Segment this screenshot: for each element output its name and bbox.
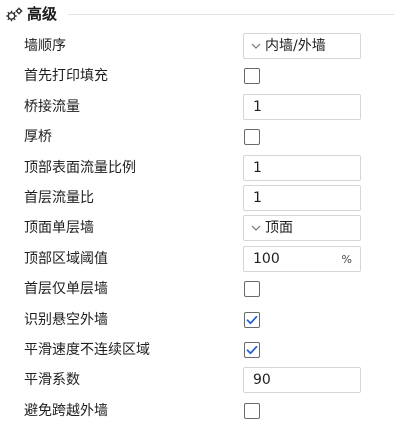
setting-row: 避免跨越外墙 — [0, 396, 400, 426]
setting-row: 厚桥 — [0, 122, 400, 152]
setting-label: 首先打印填充 — [24, 68, 108, 85]
checkmark-icon — [246, 345, 258, 355]
setting-row: 平滑系数 90 — [0, 365, 400, 395]
section-divider — [68, 14, 394, 15]
setting-label: 识别悬空外墙 — [24, 311, 108, 328]
checkmark-icon — [246, 315, 258, 324]
setting-input[interactable]: 100% — [243, 245, 361, 272]
setting-checkbox[interactable] — [244, 129, 260, 146]
section-title: 高级 — [27, 5, 58, 23]
setting-input-value: 1 — [253, 98, 262, 115]
setting-label: 首层流量比 — [24, 190, 94, 206]
setting-row: 墙顺序 内墙/外墙 — [0, 31, 400, 61]
setting-input[interactable]: 1 — [243, 154, 361, 181]
setting-checkbox[interactable] — [244, 342, 260, 358]
setting-unit: % — [341, 252, 352, 266]
setting-label: 桥接流量 — [24, 98, 80, 115]
setting-row: 顶部区域阈值 100% — [0, 244, 400, 274]
chevron-down-icon — [251, 225, 261, 232]
gear-cluster-icon — [6, 7, 23, 22]
setting-label: 厚桥 — [24, 129, 52, 146]
setting-row: 桥接流量 1 — [0, 92, 400, 122]
setting-checkbox[interactable] — [244, 281, 260, 298]
setting-label: 平滑速度不连续区域 — [24, 342, 150, 358]
setting-checkbox[interactable] — [244, 68, 260, 85]
setting-select-value: 顶面 — [265, 220, 293, 237]
setting-row: 平滑速度不连续区域 — [0, 335, 400, 365]
setting-row: 首先打印填充 — [0, 61, 400, 91]
setting-input-value: 1 — [253, 190, 262, 206]
setting-row: 首层仅单层墙 — [0, 274, 400, 304]
setting-row: 识别悬空外墙 — [0, 305, 400, 335]
setting-row: 顶部表面流量比例 1 — [0, 153, 400, 183]
setting-input[interactable]: 90 — [243, 367, 361, 394]
setting-row: 顶面单层墙 顶面 — [0, 213, 400, 243]
chevron-down-icon — [251, 43, 261, 49]
setting-label: 首层仅单层墙 — [24, 281, 108, 298]
setting-label: 顶面单层墙 — [24, 220, 94, 237]
setting-row: 首层流量比 1 — [0, 183, 400, 213]
section-header-advanced: 高级 — [0, 0, 400, 30]
setting-checkbox[interactable] — [244, 402, 260, 419]
setting-label: 平滑系数 — [24, 372, 80, 389]
setting-input[interactable]: 1 — [243, 93, 361, 120]
setting-input[interactable]: 1 — [243, 185, 361, 211]
setting-label: 顶部表面流量比例 — [24, 159, 136, 176]
setting-input-value: 100 — [253, 250, 280, 267]
setting-label: 顶部区域阈值 — [24, 250, 108, 267]
setting-label: 墙顺序 — [24, 38, 66, 54]
setting-input-value: 90 — [253, 372, 271, 389]
setting-select[interactable]: 内墙/外墙 — [243, 33, 361, 59]
setting-input-value: 1 — [253, 159, 262, 176]
setting-label: 避免跨越外墙 — [24, 402, 108, 419]
setting-checkbox[interactable] — [244, 311, 260, 328]
setting-select-value: 内墙/外墙 — [265, 38, 326, 54]
setting-select[interactable]: 顶面 — [243, 215, 361, 242]
